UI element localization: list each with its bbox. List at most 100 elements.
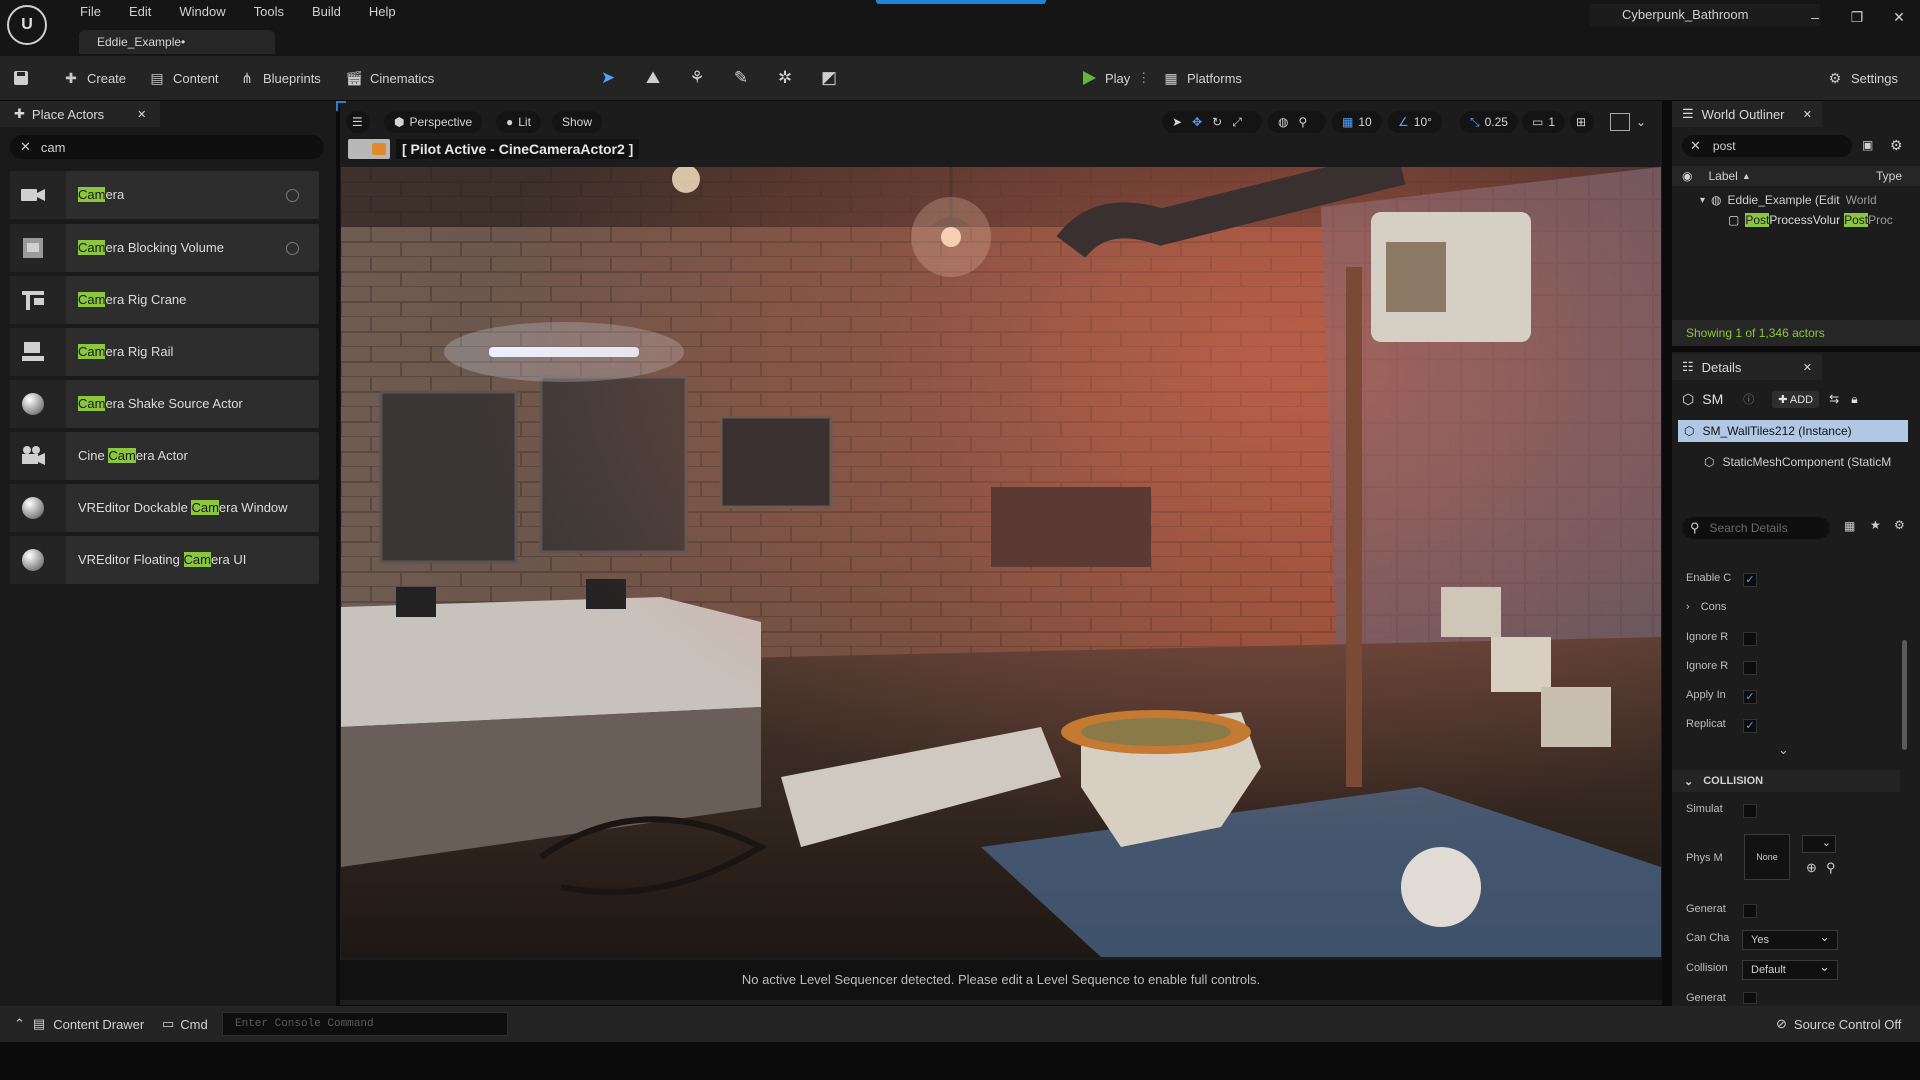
scale-snap-button[interactable]: ⤡ 0.25	[1460, 111, 1518, 133]
can-character-dropdown[interactable]: Yes	[1742, 928, 1838, 950]
details-search-input[interactable]: ⚲ Search Details	[1682, 517, 1830, 539]
clear-search-icon[interactable]: ✕	[20, 139, 31, 155]
view-mode-button[interactable]: ● Lit	[496, 111, 541, 133]
create-button[interactable]: ✚ Create	[62, 66, 126, 90]
cmd-button[interactable]: ▭ Cmd	[162, 1016, 208, 1032]
rotate-icon[interactable]: ↻	[1212, 115, 1222, 129]
phys-material-thumbnail[interactable]: None	[1744, 834, 1790, 880]
use-selected-icon[interactable]: ⊕	[1806, 860, 1817, 876]
prop-checkbox-ignore-2[interactable]	[1743, 661, 1757, 675]
scale-icon[interactable]: ⤢	[1232, 115, 1242, 130]
info-icon[interactable]	[286, 242, 299, 255]
menu-window[interactable]: Window	[165, 4, 239, 20]
prop-expand-cons[interactable]: › Cons	[1686, 601, 1726, 619]
paint-mode-icon[interactable]: ✎	[730, 67, 752, 89]
phys-material-dropdown[interactable]: ⌄	[1802, 835, 1836, 853]
source-control-button[interactable]: ⊘ Source Control Off	[1776, 1016, 1901, 1032]
viewport-layout-button[interactable]: ⌄	[1600, 111, 1656, 133]
prop-checkbox-replicate[interactable]: ✓	[1743, 719, 1757, 733]
select-mode-icon[interactable]: ➤	[597, 67, 619, 89]
type-column-header[interactable]: Type	[1876, 169, 1902, 183]
camera-speed-button[interactable]: ▭ 1	[1522, 111, 1566, 133]
prop-checkbox-apply[interactable]: ✓	[1743, 690, 1757, 704]
play-options-icon[interactable]: ⋮	[1137, 70, 1150, 86]
info-icon[interactable]	[286, 189, 299, 202]
modeling-mode-icon[interactable]: ◩	[818, 67, 840, 89]
show-advanced-chevron-icon[interactable]: ⌄	[1778, 742, 1789, 758]
sub-component-row[interactable]: ⬡ StaticMeshComponent (StaticM	[1704, 452, 1914, 472]
close-tab-icon[interactable]: ✕	[1803, 108, 1812, 121]
perspective-button[interactable]: ⬢ Perspective	[384, 111, 483, 133]
outliner-row-postprocess[interactable]: ▢ Post ProcessVolur Post Proc	[1728, 213, 1920, 227]
eye-icon[interactable]: ◉	[1682, 169, 1692, 183]
close-tab-icon[interactable]: ✕	[1803, 361, 1812, 374]
menu-help[interactable]: Help	[355, 4, 410, 20]
blueprint-convert-icon[interactable]: ⇆	[1829, 392, 1839, 406]
world-globe-icon[interactable]: ◍	[1278, 115, 1288, 129]
prop-checkbox-generate-2[interactable]	[1743, 992, 1757, 1004]
actor-search-input[interactable]: ✕ cam	[10, 135, 324, 159]
restore-icon[interactable]: ❐	[1842, 6, 1872, 28]
foliage-mode-icon[interactable]: ⚘	[686, 67, 708, 89]
tab-details[interactable]: ☷ Details ✕	[1672, 354, 1822, 380]
save-folder-icon[interactable]: ▣	[1862, 138, 1873, 152]
platforms-button[interactable]: ▦ Platforms	[1162, 66, 1242, 90]
tab-place-actors[interactable]: ✚ Place Actors ✕	[0, 101, 160, 127]
content-button[interactable]: ▤ Content	[148, 66, 218, 90]
actor-list-item[interactable]: Camera Blocking Volume	[10, 224, 319, 272]
settings-button[interactable]: ⚙ Settings	[1826, 66, 1898, 90]
expand-arrow-icon[interactable]: ▾	[1700, 195, 1705, 206]
close-tab-icon[interactable]: ✕	[137, 108, 146, 121]
cinematics-button[interactable]: 🎬︎ Cinematics	[345, 66, 434, 90]
menu-file[interactable]: File	[66, 4, 115, 20]
select-cursor-icon[interactable]: ➤	[1172, 115, 1182, 129]
outliner-search-input[interactable]: ✕ post	[1682, 135, 1852, 157]
tab-world-outliner[interactable]: ☰ World Outliner ✕	[1672, 101, 1822, 127]
selected-component-row[interactable]: ⬡ SM_WallTiles212 (Instance)	[1678, 420, 1908, 442]
gear-icon[interactable]: ⚙	[1890, 137, 1903, 154]
prop-checkbox-generate[interactable]	[1743, 904, 1757, 918]
fracture-mode-icon[interactable]: ✲	[774, 67, 796, 89]
gear-icon[interactable]: ⚙	[1894, 518, 1905, 532]
menu-tools[interactable]: Tools	[240, 4, 298, 20]
lock-icon[interactable]: 🔒︎	[1851, 392, 1857, 407]
close-icon[interactable]: ✕	[1884, 6, 1914, 28]
level-tab[interactable]: Eddie_Example•	[79, 30, 275, 54]
content-drawer-button[interactable]: ⌃ ▤ Content Drawer	[14, 1016, 144, 1032]
unreal-logo-icon[interactable]: U	[7, 5, 47, 45]
actor-list-item[interactable]: VREditor Floating Camera UI	[10, 536, 319, 584]
blueprints-button[interactable]: ⋔ Blueprints	[238, 66, 321, 90]
console-command-input[interactable]: Enter Console Command	[222, 1012, 508, 1036]
minimize-icon[interactable]: –	[1800, 6, 1830, 28]
actor-list-item[interactable]: Camera Rig Crane	[10, 276, 319, 324]
actor-list-item[interactable]: VREditor Dockable Camera Window	[10, 484, 319, 532]
translate-icon[interactable]: ✥	[1192, 115, 1202, 129]
menu-edit[interactable]: Edit	[115, 4, 165, 20]
help-icon[interactable]: ⓘ	[1743, 391, 1754, 407]
actor-list-item[interactable]: Cine Camera Actor	[10, 432, 319, 480]
prop-checkbox-enable[interactable]: ✓	[1743, 573, 1757, 587]
show-button[interactable]: Show	[552, 111, 603, 133]
landscape-mode-icon[interactable]: ⛰	[642, 67, 664, 89]
scene-render[interactable]	[341, 167, 1661, 957]
rotation-snap-button[interactable]: ∠ 10°	[1388, 111, 1442, 133]
play-button[interactable]: Play ⋮	[1080, 66, 1150, 90]
actor-list-item[interactable]: Camera Rig Rail	[10, 328, 319, 376]
maximize-viewport-button[interactable]: ⊞	[1570, 111, 1594, 133]
prop-checkbox-ignore-1[interactable]	[1743, 632, 1757, 646]
star-icon[interactable]: ★	[1870, 518, 1881, 532]
pilot-camera-icon[interactable]	[348, 139, 390, 159]
details-scrollbar[interactable]	[1902, 640, 1907, 750]
table-view-icon[interactable]: ▦	[1844, 519, 1855, 533]
outliner-row-world[interactable]: ▾ ◍ Eddie_Example (Edit World	[1700, 193, 1920, 207]
collision-section-header[interactable]: ⌄ COLLISION	[1672, 770, 1900, 792]
label-column-header[interactable]: Label	[1708, 169, 1737, 183]
browse-search-icon[interactable]: ⚲	[1826, 860, 1836, 876]
grid-snap-button[interactable]: ▦ 10	[1332, 111, 1382, 133]
add-component-button[interactable]: ✚ ADD	[1772, 390, 1820, 408]
collision-presets-dropdown[interactable]: Default	[1742, 958, 1838, 980]
menu-build[interactable]: Build	[298, 4, 355, 20]
clear-search-icon[interactable]: ✕	[1690, 138, 1701, 154]
viewport-menu-button[interactable]: ☰	[346, 111, 370, 133]
save-button[interactable]	[12, 66, 30, 90]
